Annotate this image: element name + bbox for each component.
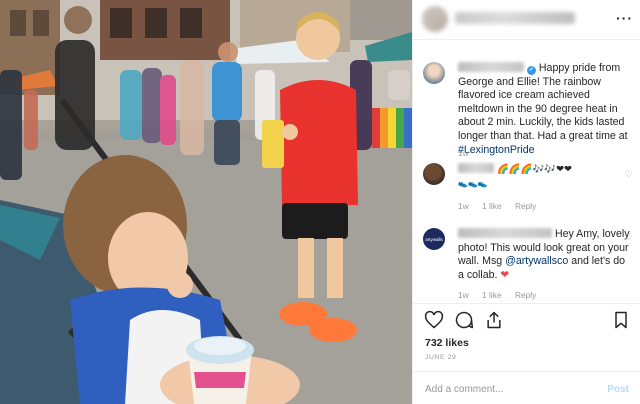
post-button[interactable]: Post — [607, 384, 629, 395]
author-username[interactable] — [455, 12, 575, 24]
comment-likes[interactable]: 1 like — [482, 201, 502, 211]
comment-text: 🌈🌈🌈🎶🎶❤❤ 👟👟👟 — [458, 163, 573, 188]
post-date[interactable]: JUNE 29 — [425, 354, 456, 361]
bookmark-icon[interactable] — [611, 310, 631, 330]
comment-like-heart-icon[interactable]: ♡ — [625, 232, 633, 243]
reply-button[interactable]: Reply — [515, 201, 536, 211]
post-header: ··· — [413, 0, 640, 40]
reply-button[interactable]: Reply — [515, 290, 536, 300]
caption-text: ✓ Happy pride from George and Ellie! The… — [458, 62, 628, 156]
comment-meta: 1w 1 like Reply — [458, 201, 547, 211]
commenter-avatar[interactable]: artywalls — [423, 228, 445, 250]
heart-icon[interactable] — [424, 310, 444, 330]
share-icon[interactable] — [484, 310, 504, 330]
commenter-username-blurred[interactable] — [458, 163, 494, 173]
verified-badge-icon: ✓ — [526, 66, 536, 75]
add-comment-bar: Add a comment... Post — [413, 371, 640, 404]
comment-meta: 1w 1 like Reply — [458, 290, 547, 300]
author-avatar-small[interactable] — [423, 62, 445, 84]
more-options-icon[interactable]: ··· — [616, 10, 633, 26]
comment-time[interactable]: 1w — [458, 201, 469, 211]
action-bar — [413, 303, 640, 333]
commenter-avatar[interactable] — [423, 163, 445, 185]
author-avatar[interactable] — [422, 6, 448, 32]
comment-icon[interactable] — [454, 310, 474, 330]
comment-text: Hey Amy, lovely photo! This would look g… — [458, 228, 630, 281]
post-photo[interactable] — [0, 0, 412, 404]
caption-meta: 1w — [458, 148, 480, 158]
instagram-post: ··· ✓ Happy pride from George and Ellie!… — [0, 0, 640, 404]
comment-likes[interactable]: 1 like — [482, 290, 502, 300]
commenter-username-blurred[interactable] — [458, 228, 552, 238]
author-username-blurred[interactable] — [458, 62, 524, 72]
comment-input[interactable]: Add a comment... — [425, 384, 503, 395]
post-sidebar: ··· ✓ Happy pride from George and Ellie!… — [412, 0, 640, 404]
comment-like-heart-icon[interactable]: ♡ — [625, 169, 633, 180]
comment-time[interactable]: 1w — [458, 290, 469, 300]
mention-link[interactable]: @artywallsco — [505, 255, 568, 267]
like-count[interactable]: 732 likes — [425, 337, 469, 349]
caption-time[interactable]: 1w — [458, 148, 469, 158]
